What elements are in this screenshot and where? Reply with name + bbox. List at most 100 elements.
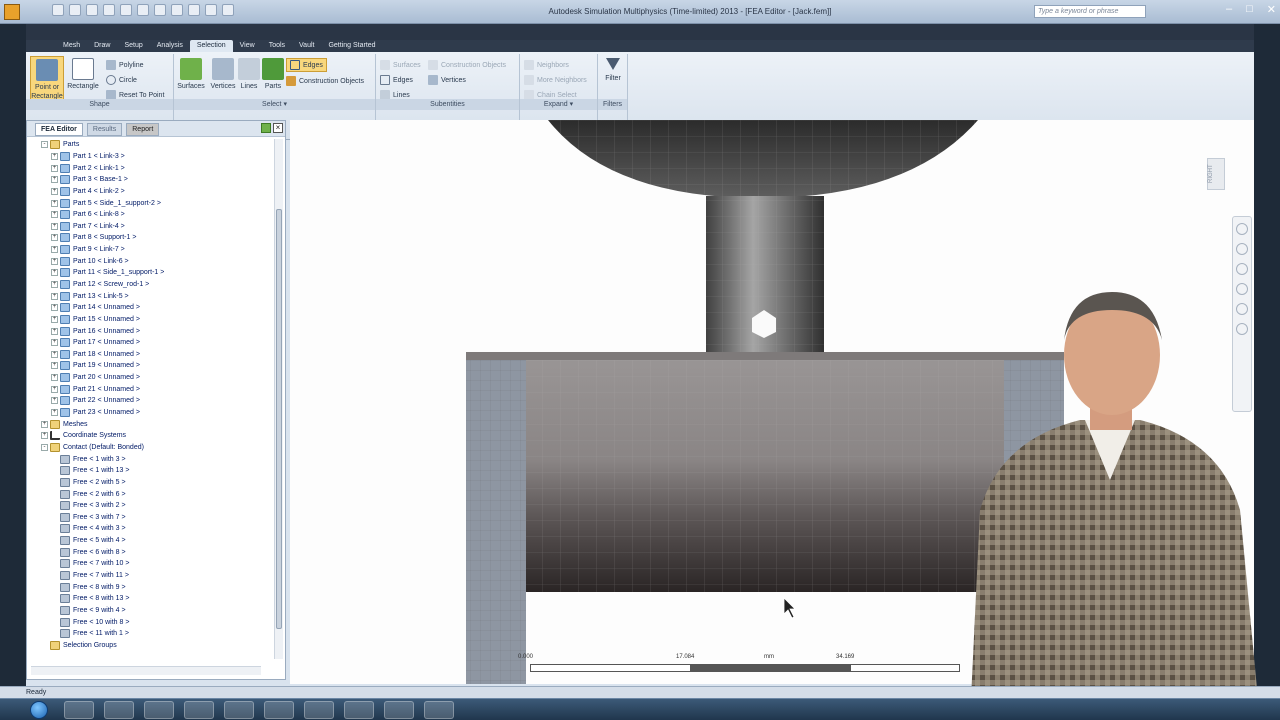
start-button-icon[interactable] [30,701,48,719]
menu-tab-selection[interactable]: Selection [189,40,233,52]
view-cube[interactable]: RIGHT [1207,158,1225,190]
zoom-nav-icon[interactable] [1236,263,1248,275]
expand-icon[interactable]: + [51,385,58,393]
tree-item[interactable]: + Part 15 < Unnamed > [31,314,271,326]
tree-item[interactable]: Free < 3 with 7 > [31,512,271,524]
expand-icon[interactable]: + [51,234,58,242]
chrome-taskbar-icon[interactable] [184,701,214,719]
expand-icon[interactable]: + [51,257,58,265]
select-group-label[interactable]: Select ▾ [174,99,375,110]
expand-icon[interactable]: + [51,164,58,172]
app-taskbar-icon[interactable] [224,701,254,719]
autodesk-taskbar-icon[interactable] [304,701,334,719]
expand-icon[interactable]: + [51,374,58,382]
construction-objects-button[interactable]: Construction Objects [286,74,364,88]
explorer-taskbar-icon[interactable] [64,701,94,719]
steering-wheel-icon[interactable] [1236,223,1248,235]
rotate-icon[interactable] [205,4,217,16]
rectangle-button[interactable]: Rectangle [66,56,100,100]
expand-icon[interactable]: + [51,152,58,160]
tree-item[interactable]: Selection Groups [31,640,271,652]
expand-icon[interactable]: + [51,199,58,207]
expand-icon[interactable]: + [51,211,58,219]
menu-tab-view[interactable]: View [233,40,262,52]
tree-item[interactable]: + Part 8 < Support-1 > [31,232,271,244]
tool-taskbar-icon[interactable] [384,701,414,719]
tree-item[interactable]: Free < 9 with 4 > [31,605,271,617]
tree-vertical-scrollbar[interactable] [274,139,283,659]
expand-icon[interactable]: + [51,327,58,335]
tree-item[interactable]: + Meshes [31,418,271,430]
expand-icon[interactable]: + [51,397,58,405]
tree-item[interactable]: Free < 3 with 2 > [31,500,271,512]
expand-icon[interactable]: + [51,292,58,300]
tree-item[interactable]: + Part 23 < Unnamed > [31,407,271,419]
tree-item[interactable]: Free < 8 with 9 > [31,581,271,593]
collapse-icon[interactable]: - [41,443,48,451]
media-player-taskbar-icon[interactable] [104,701,134,719]
sub-vertices-button[interactable]: Vertices [428,73,466,87]
edges-button[interactable]: Edges [286,58,327,72]
tree-item[interactable]: Free < 7 with 11 > [31,570,271,582]
tree-item[interactable]: + Coordinate Systems [31,430,271,442]
expand-icon[interactable]: + [51,222,58,230]
sub-surfaces-button[interactable]: Surfaces [380,58,421,72]
tree-item[interactable]: + Part 11 < Side_1_support-1 > [31,267,271,279]
close-icon[interactable]: ✕ [1267,3,1276,16]
print-icon[interactable] [137,4,149,16]
tree-item[interactable]: + Part 7 < Link-4 > [31,220,271,232]
circle-button[interactable]: Circle [106,73,137,87]
tree-item[interactable]: Free < 2 with 6 > [31,488,271,500]
tree-item[interactable]: + Part 1 < Link-3 > [31,151,271,163]
filter-button[interactable]: Filter [598,56,628,100]
tree-item[interactable]: Free < 10 with 8 > [31,616,271,628]
expand-icon[interactable]: + [51,350,58,358]
open-icon[interactable] [69,4,81,16]
tree-item[interactable]: + Part 5 < Side_1_support-2 > [31,197,271,209]
tree-item[interactable]: - Contact (Default: Bonded) [31,442,271,454]
tree-item[interactable]: + Part 18 < Unnamed > [31,349,271,361]
save-icon[interactable] [86,4,98,16]
tree-item[interactable]: + Part 9 < Link-7 > [31,244,271,256]
menu-tab-analysis[interactable]: Analysis [150,40,190,52]
select-icon[interactable] [154,4,166,16]
menu-tab-getting-started[interactable]: Getting Started [321,40,382,52]
tree-item[interactable]: + Part 14 < Unnamed > [31,302,271,314]
expand-icon[interactable]: + [51,409,58,417]
tree-item[interactable]: + Part 12 < Screw_rod-1 > [31,279,271,291]
sub-edges-button[interactable]: Edges [380,73,413,87]
point-or-rectangle-button[interactable]: Point or Rectangle [30,56,64,100]
close-panel-icon[interactable]: × [273,123,283,133]
tree-item[interactable]: Free < 7 with 10 > [31,558,271,570]
expand-icon[interactable]: + [51,176,58,184]
expand-icon[interactable]: + [51,315,58,323]
simulation-taskbar-icon[interactable] [424,701,454,719]
tree-item[interactable]: + Part 3 < Base-1 > [31,174,271,186]
menu-tab-setup[interactable]: Setup [117,40,149,52]
ie-taskbar-icon[interactable] [144,701,174,719]
tree-item[interactable]: + Part 2 < Link-1 > [31,162,271,174]
tree-item[interactable]: Free < 11 with 1 > [31,628,271,640]
tree-item[interactable]: Free < 2 with 5 > [31,477,271,489]
expand-icon[interactable]: + [51,187,58,195]
help-search-input[interactable]: Type a keyword or phrase [1034,5,1146,18]
expand-icon[interactable]: + [41,432,48,440]
tree-item[interactable]: Free < 4 with 3 > [31,523,271,535]
tree-item[interactable]: + Part 20 < Unnamed > [31,372,271,384]
tree-item[interactable]: - Parts [31,139,271,151]
tree-item[interactable]: Free < 6 with 8 > [31,546,271,558]
tree-item[interactable]: Free < 8 with 13 > [31,593,271,605]
menu-tab-vault[interactable]: Vault [292,40,321,52]
tree-item[interactable]: Free < 5 with 4 > [31,535,271,547]
tree-item[interactable]: + Part 10 < Link-6 > [31,255,271,267]
tree-item[interactable]: + Part 21 < Unnamed > [31,383,271,395]
tree-item[interactable]: + Part 13 < Link-5 > [31,290,271,302]
outlook-taskbar-icon[interactable] [264,701,294,719]
menu-tab-tools[interactable]: Tools [262,40,292,52]
tab-fea-editor[interactable]: FEA Editor [35,123,83,136]
polyline-button[interactable]: Polyline [106,58,144,72]
tree-item[interactable]: Free < 1 with 3 > [31,453,271,465]
tree-item[interactable]: + Part 19 < Unnamed > [31,360,271,372]
zoom-icon[interactable] [171,4,183,16]
tree-item[interactable]: + Part 17 < Unnamed > [31,337,271,349]
